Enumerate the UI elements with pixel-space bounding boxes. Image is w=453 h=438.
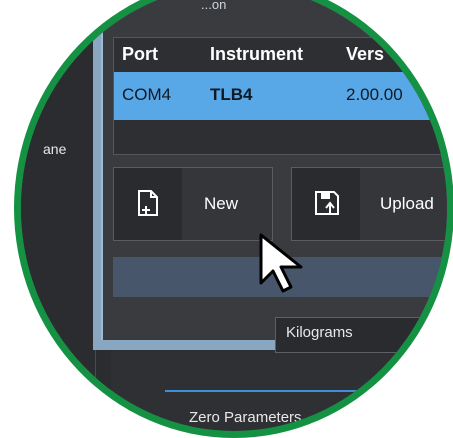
table-row[interactable]: COM4 TLB4 2.00.00 (114, 72, 447, 120)
instrument-table: Port Instrument Vers COM4 TLB4 2.00.00 (113, 37, 447, 155)
new-button-label: New (204, 194, 239, 213)
magnifier-circle: ane ...on Port Instrument Vers COM4 TLB4… (14, 0, 453, 438)
column-header-port[interactable]: Port (122, 44, 158, 65)
units-select-value: Kilograms (286, 324, 353, 341)
column-header-version[interactable]: Vers (346, 44, 384, 65)
upload-button-label: Upload (380, 194, 434, 213)
upload-save-icon (292, 168, 360, 240)
pane-label: ane (43, 141, 67, 157)
column-header-instrument[interactable]: Instrument (210, 44, 303, 65)
new-button[interactable]: New (113, 167, 273, 241)
cell-instrument: TLB4 (210, 85, 253, 104)
dialog-title: ...on (201, 0, 227, 12)
mouse-cursor-icon (259, 233, 303, 293)
tab-underline (165, 390, 415, 392)
table-header: Port Instrument Vers (114, 38, 447, 72)
cell-port: COM4 (122, 85, 172, 104)
tab-zero-parameters[interactable]: Zero Parameters (189, 409, 302, 426)
upload-button[interactable]: Upload (291, 167, 447, 241)
instrument-dialog: ...on Port Instrument Vers COM4 TLB4 2.0… (93, 0, 447, 350)
new-file-icon (114, 168, 182, 240)
units-select[interactable]: Kilograms (275, 317, 437, 353)
cell-version: 2.00.00 (346, 85, 403, 104)
